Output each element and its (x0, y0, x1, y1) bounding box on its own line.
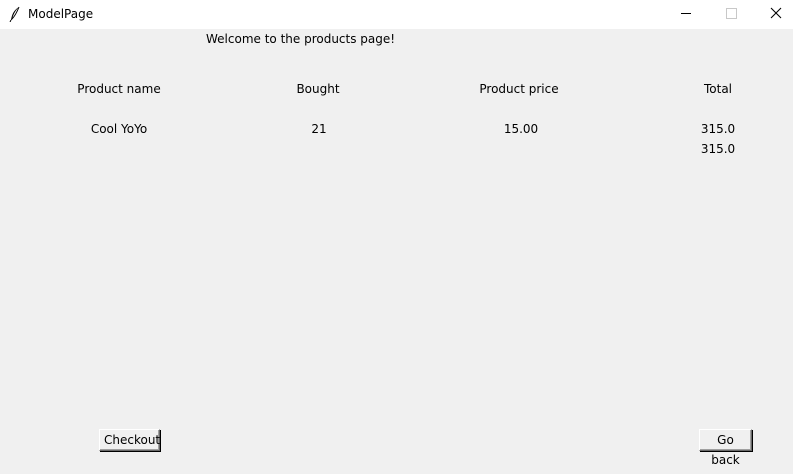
header-bought: Bought (296, 82, 340, 96)
app-window: ModelPage Welcome to the products page! … (0, 0, 793, 474)
main-content: Welcome to the products page! Product na… (0, 29, 793, 474)
minimize-button[interactable] (663, 0, 709, 29)
grand-total: 315.0 (700, 142, 736, 156)
welcome-label: Welcome to the products page! (206, 32, 396, 46)
close-button[interactable] (753, 0, 793, 29)
window-title: ModelPage (28, 7, 94, 21)
header-product-name: Product name (77, 82, 161, 96)
checkout-button[interactable]: Checkout (99, 429, 160, 451)
title-bar[interactable]: ModelPage (0, 0, 793, 29)
header-total: Total (703, 82, 733, 96)
go-back-button[interactable]: Go back (699, 429, 752, 467)
cell-total: 315.0 (700, 122, 736, 136)
cell-product-name: Cool YoYo (90, 122, 148, 136)
cell-product-price: 15.00 (503, 122, 539, 136)
maximize-button[interactable] (708, 0, 754, 29)
cell-bought: 21 (311, 122, 327, 136)
header-product-price: Product price (479, 82, 559, 96)
feather-icon (8, 6, 22, 23)
